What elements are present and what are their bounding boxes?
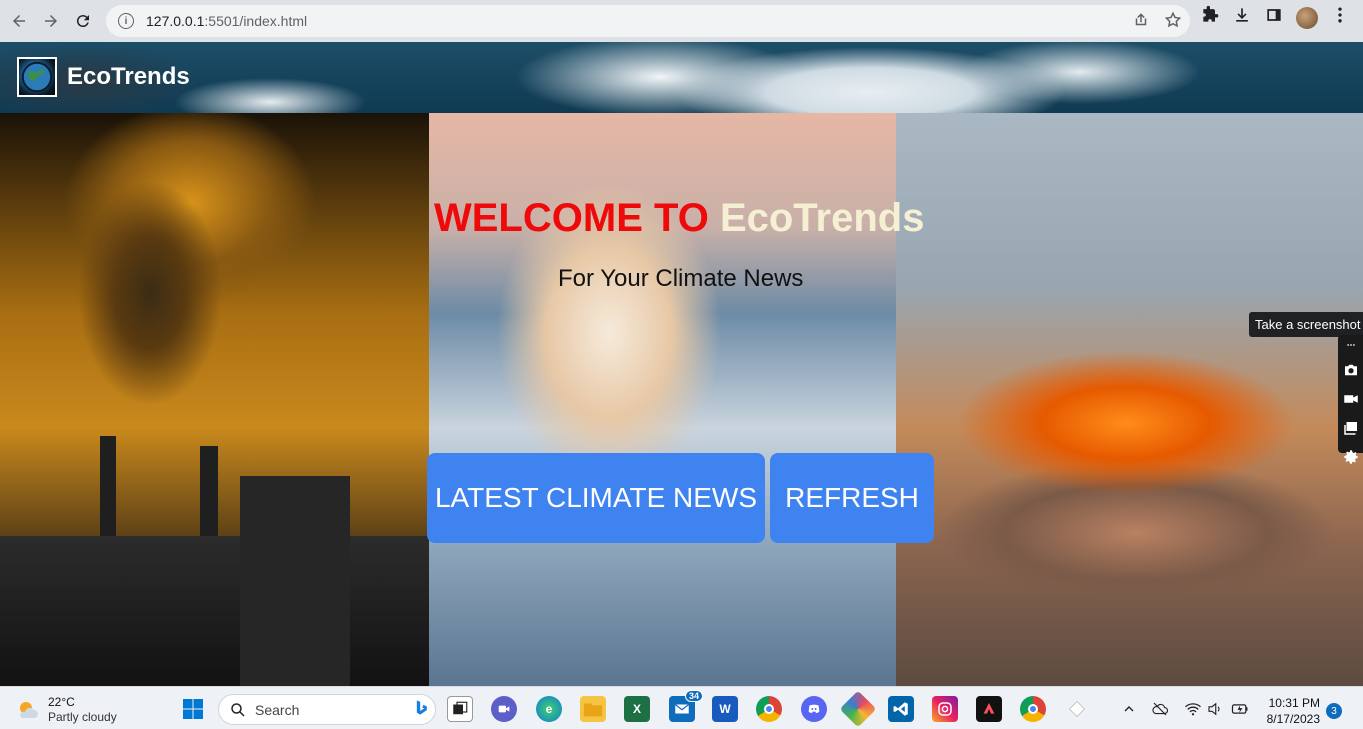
file-explorer-icon[interactable] — [580, 696, 606, 722]
address-bar[interactable]: i 127.0.0.1:5501/index.html — [106, 5, 1190, 37]
gear-icon[interactable] — [1342, 448, 1360, 471]
welcome-prefix: WELCOME TO — [434, 196, 709, 240]
latest-climate-news-button[interactable]: LATEST CLIMATE NEWS — [427, 453, 765, 543]
camera-icon[interactable] — [1342, 361, 1360, 384]
edge-browser-icon[interactable]: e — [536, 696, 562, 722]
tagline: For Your Climate News — [558, 265, 804, 292]
screenshot-tooltip: Take a screenshot — [1249, 312, 1363, 337]
instagram-icon[interactable] — [932, 696, 958, 722]
video-camera-icon[interactable] — [1342, 390, 1360, 413]
onedrive-offline-icon[interactable] — [1147, 696, 1173, 722]
download-icon[interactable] — [1232, 5, 1252, 30]
globe-logo-icon[interactable] — [17, 57, 57, 97]
web-page: EcoTrends WELCOME TO EcoTrends For Your … — [0, 42, 1363, 686]
forward-icon[interactable] — [35, 5, 67, 37]
notification-count-badge[interactable]: 3 — [1326, 703, 1342, 719]
search-placeholder: Search — [255, 701, 300, 718]
chrome-icon[interactable] — [756, 696, 782, 722]
site-brand[interactable]: EcoTrends — [67, 63, 190, 91]
share-icon[interactable] — [1132, 11, 1150, 34]
word-icon[interactable]: W — [712, 696, 738, 722]
windows-taskbar: 22°C Partly cloudy Search e X 34 W 10:31… — [0, 686, 1363, 729]
chevron-up-icon[interactable] — [1116, 696, 1142, 722]
refresh-button[interactable]: REFRESH — [770, 453, 934, 543]
weather-widget[interactable]: 22°C Partly cloudy — [16, 695, 117, 725]
adobe-express-icon[interactable] — [976, 696, 1002, 722]
excel-icon[interactable]: X — [624, 696, 650, 722]
url-text: 127.0.0.1:5501/index.html — [146, 13, 308, 29]
discord-icon[interactable] — [801, 696, 827, 722]
side-panel-icon[interactable] — [1264, 5, 1284, 30]
wildfire-image — [896, 113, 1363, 686]
teams-chat-icon[interactable] — [491, 696, 517, 722]
site-header: EcoTrends — [0, 42, 1363, 113]
browser-toolbar: i 127.0.0.1:5501/index.html — [0, 0, 1363, 42]
chrome-profile-icon[interactable] — [1020, 696, 1046, 722]
window-capture-icon[interactable] — [1342, 419, 1360, 442]
profile-avatar[interactable] — [1296, 6, 1318, 29]
vscode-icon[interactable] — [888, 696, 914, 722]
back-icon[interactable] — [3, 5, 35, 37]
menu-kebab-icon[interactable] — [1330, 5, 1350, 30]
mail-badge: 34 — [684, 690, 703, 702]
weather-temperature: 22°C — [48, 695, 75, 709]
partly-cloudy-icon — [20, 702, 38, 718]
reload-icon[interactable] — [67, 5, 99, 37]
clock-time: 10:31 PM — [1268, 696, 1320, 710]
screenshot-toolbar — [1338, 335, 1363, 464]
factory-smoke-image — [0, 113, 429, 686]
gem-app-icon[interactable] — [839, 690, 877, 728]
welcome-heading: WELCOME TO EcoTrends — [434, 196, 924, 241]
extensions-icon[interactable] — [1200, 5, 1220, 30]
site-info-icon[interactable]: i — [118, 13, 134, 29]
windows-start-icon[interactable] — [180, 696, 206, 722]
task-view-icon[interactable] — [447, 696, 473, 722]
battery-charging-icon[interactable] — [1227, 696, 1253, 722]
volume-icon[interactable] — [1202, 696, 1228, 722]
bookmark-star-icon[interactable] — [1164, 11, 1182, 34]
weather-condition: Partly cloudy — [48, 710, 117, 724]
hero-section: WELCOME TO EcoTrends For Your Climate Ne… — [0, 113, 1363, 686]
mail-icon[interactable]: 34 — [669, 690, 703, 722]
system-clock[interactable]: 10:31 PM 8/17/2023 — [1262, 695, 1320, 727]
clock-date: 8/17/2023 — [1266, 712, 1320, 726]
search-icon — [231, 702, 245, 717]
taskbar-search-input[interactable]: Search — [218, 694, 436, 725]
welcome-brand: EcoTrends — [719, 196, 925, 240]
white-app-icon[interactable] — [1064, 696, 1090, 722]
more-options-icon[interactable] — [1342, 337, 1360, 355]
bing-icon[interactable] — [411, 698, 431, 721]
